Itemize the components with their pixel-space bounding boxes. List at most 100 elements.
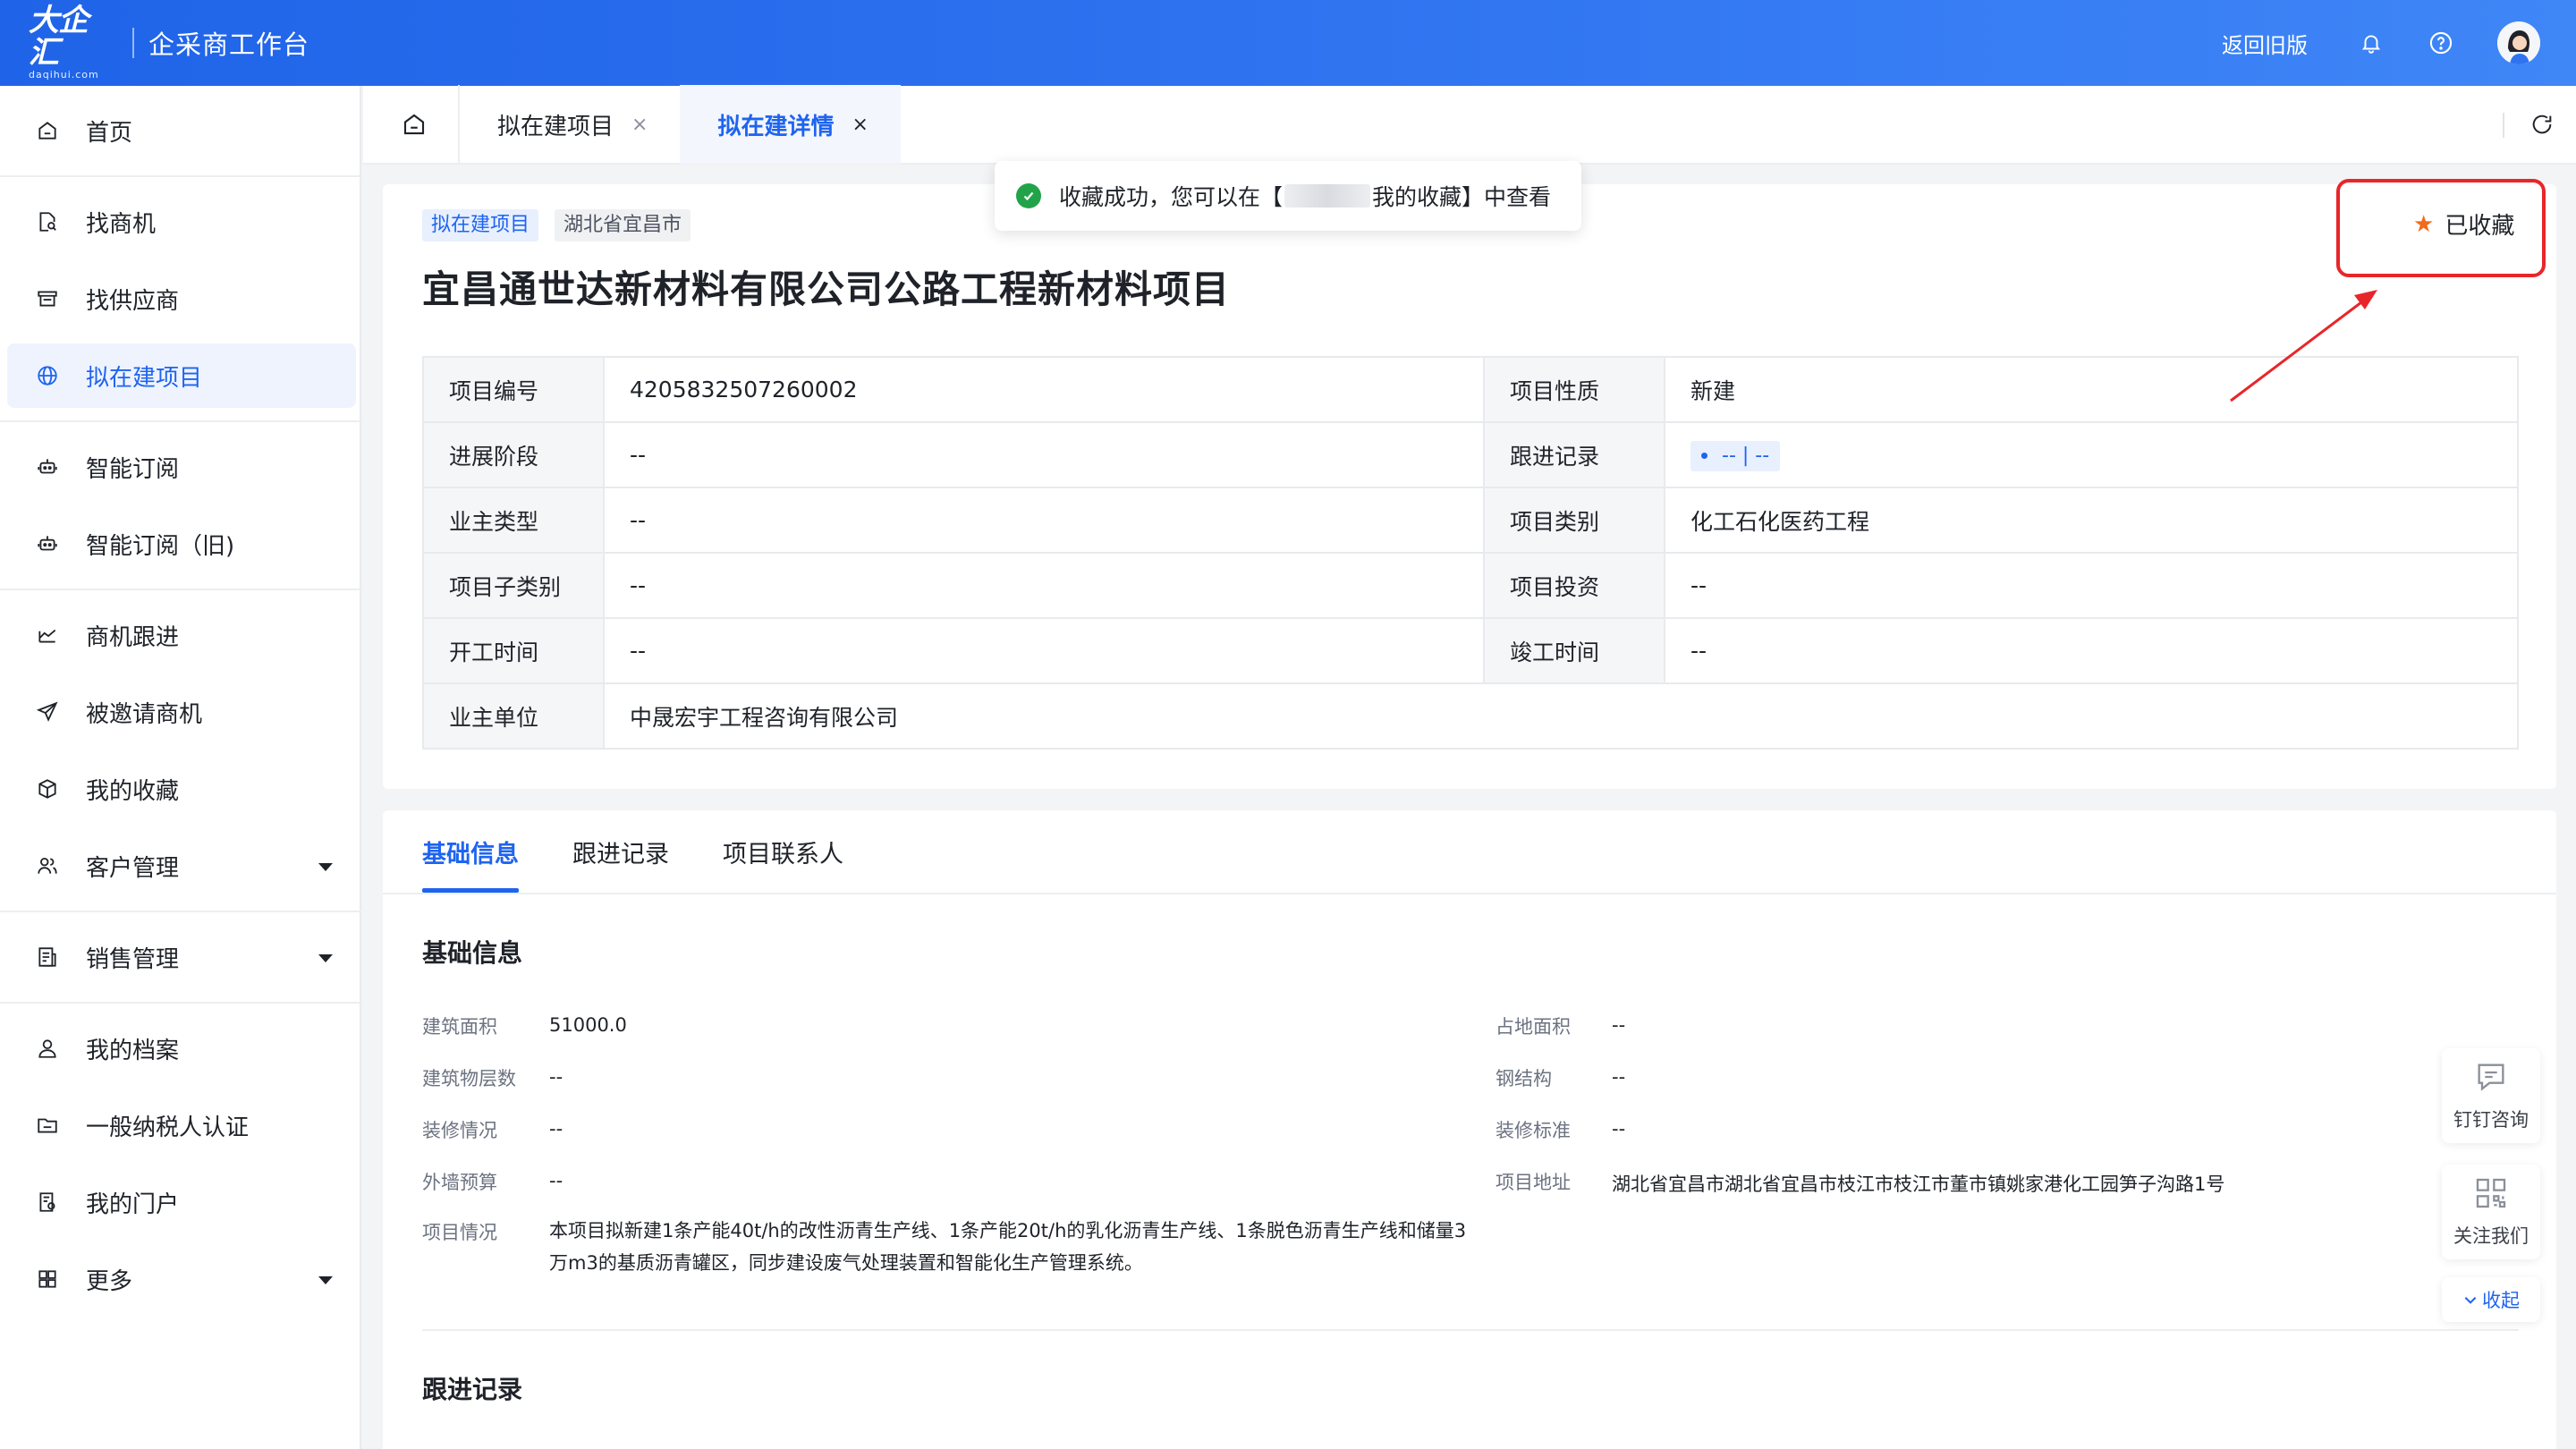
project-situation-value: 本项目拟新建1条产能40t/h的改性沥青生产线、1条产能20t/h的乳化沥青生产… bbox=[549, 1220, 1467, 1274]
sidebar-item-home[interactable]: 首页 bbox=[7, 98, 356, 163]
dingtalk-consult-button[interactable]: 钉钉咨询 bbox=[2442, 1048, 2540, 1143]
help-circle-icon[interactable] bbox=[2428, 30, 2454, 56]
star-icon: ★ bbox=[2413, 210, 2435, 238]
brand[interactable]: 大企汇 daqihui.com 企采商工作台 bbox=[29, 4, 310, 80]
progress-stage-value: -- bbox=[603, 421, 1485, 488]
steel-structure-value: -- bbox=[1612, 1066, 1626, 1088]
tab-basic-info[interactable]: 基础信息 bbox=[422, 810, 519, 893]
project-info-table: 项目编号 4205832507260002 项目性质 新建 进展阶段 -- 跟进… bbox=[422, 356, 2519, 750]
store-icon bbox=[34, 285, 61, 312]
follow-us-button[interactable]: 关注我们 bbox=[2442, 1165, 2540, 1259]
field-label: 项目地址 bbox=[1496, 1172, 1571, 1193]
sidebar-item-label: 首页 bbox=[86, 119, 133, 147]
back-to-old-version-link[interactable]: 返回旧版 bbox=[2222, 28, 2308, 59]
collapse-button[interactable]: 收起 bbox=[2442, 1277, 2540, 1322]
close-icon[interactable]: × bbox=[631, 114, 648, 136]
sidebar-item-opportunity-followup[interactable]: 商机跟进 bbox=[7, 603, 356, 667]
sidebar-item-label: 被邀请商机 bbox=[86, 700, 203, 728]
sidebar-item-customer-management[interactable]: 客户管理 bbox=[7, 834, 356, 898]
tab-track-records[interactable]: 跟进记录 bbox=[572, 810, 669, 893]
close-icon[interactable]: × bbox=[852, 114, 868, 136]
top-header: 大企汇 daqihui.com 企采商工作台 返回旧版 bbox=[0, 0, 2576, 86]
app-title: 企采商工作台 bbox=[148, 30, 310, 60]
decoration-value: -- bbox=[549, 1118, 564, 1140]
dot-icon bbox=[1701, 453, 1707, 460]
sidebar-item-smart-subscribe[interactable]: 智能订阅 bbox=[7, 435, 356, 499]
sidebar-item-find-opportunity[interactable]: 找商机 bbox=[7, 190, 356, 254]
chevron-down-icon bbox=[318, 954, 333, 962]
user-avatar[interactable] bbox=[2497, 21, 2540, 64]
tab-label: 拟在建项目 bbox=[497, 113, 614, 140]
user-icon bbox=[34, 1035, 61, 1062]
chat-bubble-icon bbox=[2473, 1059, 2509, 1098]
table-key: 开工时间 bbox=[422, 617, 605, 684]
refresh-icon[interactable] bbox=[2529, 112, 2556, 139]
table-key: 项目投资 bbox=[1483, 552, 1665, 619]
table-key: 跟进记录 bbox=[1483, 421, 1665, 488]
sidebar-item-more[interactable]: 更多 bbox=[7, 1247, 356, 1311]
track-record-cell: -- | -- bbox=[1664, 421, 2519, 488]
track-record-tag[interactable]: -- | -- bbox=[1690, 440, 1781, 471]
sidebar-item-label: 商机跟进 bbox=[86, 623, 180, 651]
tab-project-contacts[interactable]: 项目联系人 bbox=[723, 810, 843, 893]
table-row: 进展阶段 -- 跟进记录 -- | -- bbox=[422, 421, 2519, 488]
table-key: 项目类别 bbox=[1483, 487, 1665, 554]
section-title-basic-info: 基础信息 bbox=[422, 938, 523, 968]
sidebar-item-label: 一般纳税人认证 bbox=[86, 1114, 250, 1141]
completion-time-value: -- bbox=[1664, 617, 2519, 684]
logo-divider bbox=[132, 28, 134, 58]
table-row: 业主单位 中晟宏宇工程咨询有限公司 bbox=[422, 682, 2519, 750]
favorited-button[interactable]: ★ 已收藏 bbox=[2413, 208, 2514, 241]
nav-divider bbox=[0, 589, 361, 590]
section-title-track-records: 跟进记录 bbox=[422, 1375, 523, 1404]
land-area-value: -- bbox=[1612, 1014, 1626, 1036]
sidebar-item-label: 我的门户 bbox=[86, 1191, 180, 1218]
send-icon bbox=[34, 699, 61, 725]
sidebar-item-find-supplier[interactable]: 找供应商 bbox=[7, 267, 356, 331]
portal-icon bbox=[34, 1189, 61, 1216]
field-label: 装修标准 bbox=[1496, 1120, 1571, 1141]
sidebar-item-invited-opportunity[interactable]: 被邀请商机 bbox=[7, 680, 356, 744]
sidebar-item-sales-management[interactable]: 销售管理 bbox=[7, 925, 356, 989]
table-row: 项目子类别 -- 项目投资 -- bbox=[422, 552, 2519, 619]
logo[interactable]: 大企汇 daqihui.com bbox=[29, 4, 114, 80]
sidebar-item-label: 我的收藏 bbox=[86, 777, 180, 805]
sidebar-item-label: 更多 bbox=[86, 1267, 133, 1295]
field-label: 外墙预算 bbox=[422, 1172, 497, 1193]
detail-tabs: 基础信息 跟进记录 项目联系人 bbox=[422, 810, 897, 893]
globe-icon bbox=[34, 362, 61, 389]
tab-planned-project-detail[interactable]: 拟在建详情 × bbox=[680, 85, 901, 164]
nav-divider bbox=[0, 420, 361, 422]
track-record-value: -- | -- bbox=[1722, 445, 1770, 468]
tab-divider bbox=[2503, 113, 2504, 138]
sidebar-item-planned-projects[interactable]: 拟在建项目 bbox=[7, 343, 356, 408]
field-label: 项目情况 bbox=[422, 1222, 497, 1243]
tab-planned-projects[interactable]: 拟在建项目 × bbox=[460, 85, 680, 164]
bell-icon[interactable] bbox=[2358, 30, 2385, 56]
sidebar-item-label: 找供应商 bbox=[86, 287, 180, 315]
home-icon bbox=[34, 117, 61, 144]
field-label: 钢结构 bbox=[1496, 1068, 1552, 1089]
table-row: 开工时间 -- 竣工时间 -- bbox=[422, 617, 2519, 684]
dingtalk-label: 钉钉咨询 bbox=[2453, 1109, 2529, 1131]
chart-icon bbox=[34, 622, 61, 648]
sidebar-item-taxpayer-certification[interactable]: 一般纳税人认证 bbox=[7, 1093, 356, 1157]
sidebar-item-my-portal[interactable]: 我的门户 bbox=[7, 1170, 356, 1234]
project-detail-card: 基础信息 跟进记录 项目联系人 基础信息 建筑面积 51000.0 建筑物层数 … bbox=[383, 810, 2556, 1449]
sidebar-item-smart-subscribe-old[interactable]: 智能订阅（旧) bbox=[7, 512, 356, 576]
home-tab-icon[interactable] bbox=[370, 85, 460, 164]
sidebar-item-my-profile[interactable]: 我的档案 bbox=[7, 1016, 356, 1080]
table-key: 进展阶段 bbox=[422, 421, 605, 488]
project-investment-value: -- bbox=[1664, 552, 2519, 619]
project-number-value: 4205832507260002 bbox=[603, 356, 1485, 423]
check-circle-icon bbox=[1016, 183, 1041, 208]
sidebar-item-label: 客户管理 bbox=[86, 854, 180, 882]
project-type-tag: 拟在建项目 bbox=[422, 209, 539, 242]
sidebar-item-my-favorites[interactable]: 我的收藏 bbox=[7, 757, 356, 821]
sidebar-item-label: 找商机 bbox=[86, 210, 157, 238]
chevron-down-icon bbox=[318, 863, 333, 871]
start-time-value: -- bbox=[603, 617, 1485, 684]
logo-text: 大企汇 bbox=[29, 3, 89, 71]
project-category-value: 化工石化医药工程 bbox=[1664, 487, 2519, 554]
project-address-value: 湖北省宜昌市湖北省宜昌市枝江市枝江市董市镇姚家港化工园笋子沟路1号 bbox=[1612, 1174, 2225, 1195]
